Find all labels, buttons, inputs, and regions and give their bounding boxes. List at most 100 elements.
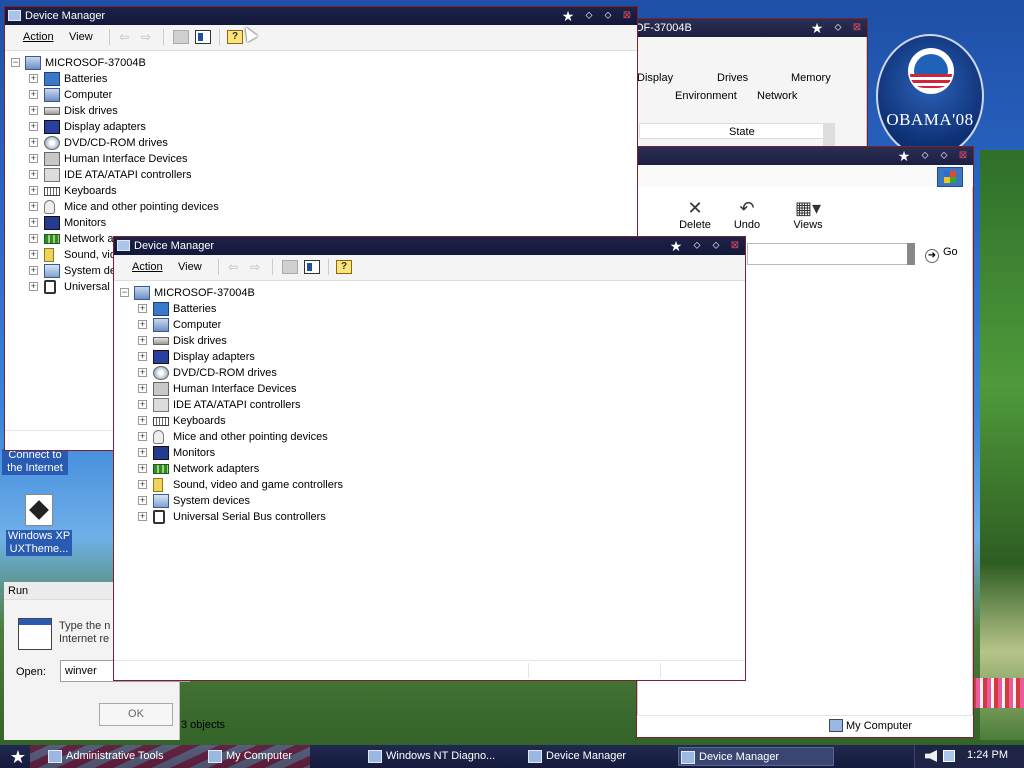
tree-item[interactable]: + Computer xyxy=(5,87,365,103)
expand-icon[interactable]: + xyxy=(29,154,38,163)
menu-view[interactable]: View xyxy=(69,31,93,43)
tree-item[interactable]: + Mice and other pointing devices xyxy=(114,429,474,445)
expand-icon[interactable]: + xyxy=(138,464,147,473)
explorer-titlebar[interactable]: ★ ⬦ ⬦ ⊠ xyxy=(637,147,973,165)
tab-display[interactable]: Display xyxy=(637,72,673,84)
collapse-icon[interactable]: − xyxy=(120,288,129,297)
taskbar-item-my-computer[interactable]: My Computer xyxy=(206,747,356,766)
tree-item[interactable]: + IDE ATA/ATAPI controllers xyxy=(114,397,474,413)
tab-memory[interactable]: Memory xyxy=(791,72,831,84)
help-icon[interactable]: ? xyxy=(336,260,352,274)
tree-item[interactable]: + Network adapters xyxy=(114,461,474,477)
expand-icon[interactable]: + xyxy=(29,266,38,275)
expand-icon[interactable]: + xyxy=(138,432,147,441)
tree-item[interactable]: + Monitors xyxy=(114,445,474,461)
expand-icon[interactable]: + xyxy=(138,496,147,505)
tree-item[interactable]: + Batteries xyxy=(5,71,365,87)
tree-item[interactable]: + Display adapters xyxy=(5,119,365,135)
tree-root[interactable]: − MICROSOF-37004B xyxy=(5,55,265,71)
expand-icon[interactable]: + xyxy=(29,170,38,179)
desktop-icon-uxtheme[interactable]: Windows XP UXTheme... xyxy=(6,494,72,556)
tree-item[interactable]: + Disk drives xyxy=(114,333,474,349)
expand-icon[interactable]: + xyxy=(29,138,38,147)
tree-item[interactable]: + Human Interface Devices xyxy=(5,151,365,167)
tree-item[interactable]: + Monitors xyxy=(5,215,365,231)
back-arrow-icon[interactable]: ⇦ xyxy=(228,260,244,274)
menu-action[interactable]: Action xyxy=(132,261,163,273)
desktop-icon-connect-internet[interactable]: Connect to the Internet xyxy=(2,449,68,475)
tree-item[interactable]: + Human Interface Devices xyxy=(114,381,474,397)
tree-item[interactable]: + Keyboards xyxy=(114,413,474,429)
tab-network[interactable]: Network xyxy=(757,90,797,102)
expand-icon[interactable]: + xyxy=(29,90,38,99)
tree-item[interactable]: + DVD/CD-ROM drives xyxy=(5,135,365,151)
tree-item[interactable]: + IDE ATA/ATAPI controllers xyxy=(5,167,365,183)
maximize-button[interactable]: ⬦ xyxy=(936,148,952,164)
maximize-button[interactable]: ⬦ xyxy=(708,238,724,254)
ok-button[interactable]: OK xyxy=(99,703,173,726)
forward-arrow-icon[interactable]: ⇨ xyxy=(250,260,266,274)
device-manager-front-window[interactable]: Device Manager ★ ⬦ ⬦ ⊠ Action View ⇦ ⇨ ?… xyxy=(113,236,746,681)
tree-item[interactable]: + Batteries xyxy=(114,301,474,317)
system-properties-window[interactable]: OF-37004B ★ ⬦ ⊠ Display Drives Memory En… xyxy=(628,18,868,153)
tree-item[interactable]: + Disk drives xyxy=(5,103,365,119)
delete-button[interactable]: ✕ Delete xyxy=(675,197,715,231)
expand-icon[interactable]: + xyxy=(138,320,147,329)
tree-item[interactable]: + Universal Serial Bus controllers xyxy=(114,509,474,525)
up-folder-icon[interactable] xyxy=(282,260,298,274)
up-folder-icon[interactable] xyxy=(173,30,189,44)
minimize-button[interactable]: ⬦ xyxy=(581,8,597,24)
restore-button[interactable]: ⬦ xyxy=(830,20,846,36)
minimize-button[interactable]: ⬦ xyxy=(917,148,933,164)
views-button[interactable]: ▦▾ Views xyxy=(787,197,829,231)
forward-arrow-icon[interactable]: ⇨ xyxy=(141,30,157,44)
tab-environment[interactable]: Environment xyxy=(675,90,737,102)
expand-icon[interactable]: + xyxy=(29,218,38,227)
tree-item[interactable]: + Keyboards xyxy=(5,183,365,199)
expand-icon[interactable]: + xyxy=(138,304,147,313)
maximize-button[interactable]: ⬦ xyxy=(600,8,616,24)
expand-icon[interactable]: + xyxy=(29,106,38,115)
props-titlebar[interactable]: OF-37004B ★ ⬦ ⊠ xyxy=(629,19,867,37)
expand-icon[interactable]: + xyxy=(138,448,147,457)
expand-icon[interactable]: + xyxy=(138,352,147,361)
expand-icon[interactable]: + xyxy=(29,202,38,211)
network-tray-icon[interactable] xyxy=(943,750,955,762)
expand-icon[interactable]: + xyxy=(29,122,38,131)
dm-front-titlebar[interactable]: Device Manager ★ ⬦ ⬦ ⊠ xyxy=(114,237,745,255)
tree-item[interactable]: + Sound, video and game controllers xyxy=(114,477,474,493)
tree-item[interactable]: + DVD/CD-ROM drives xyxy=(114,365,474,381)
tab-drives[interactable]: Drives xyxy=(717,72,748,84)
taskbar-item-device-manager-1[interactable]: Device Manager xyxy=(526,747,676,766)
close-button[interactable]: ⊠ xyxy=(727,238,743,254)
expand-icon[interactable]: + xyxy=(138,416,147,425)
menu-action[interactable]: Action xyxy=(23,31,54,43)
undo-button[interactable]: ↶ Undo xyxy=(727,197,767,231)
close-button[interactable]: ⊠ xyxy=(849,20,865,36)
volume-icon[interactable] xyxy=(925,750,937,762)
expand-icon[interactable]: + xyxy=(29,186,38,195)
expand-icon[interactable]: + xyxy=(138,368,147,377)
expand-icon[interactable]: + xyxy=(29,250,38,259)
tree-item[interactable]: + Display adapters xyxy=(114,349,474,365)
menu-view[interactable]: View xyxy=(178,261,202,273)
expand-icon[interactable]: + xyxy=(29,234,38,243)
address-dropdown[interactable] xyxy=(907,243,915,265)
tree-root[interactable]: − MICROSOF-37004B xyxy=(114,285,374,301)
expand-icon[interactable]: + xyxy=(29,74,38,83)
taskbar-item-admin-tools[interactable]: Administrative Tools xyxy=(46,747,196,766)
tree-item[interactable]: + Mice and other pointing devices xyxy=(5,199,365,215)
expand-icon[interactable]: + xyxy=(138,512,147,521)
back-arrow-icon[interactable]: ⇦ xyxy=(119,30,135,44)
address-bar[interactable] xyxy=(747,243,915,265)
properties-icon[interactable] xyxy=(195,30,211,44)
collapse-icon[interactable]: − xyxy=(11,58,20,67)
close-button[interactable]: ⊠ xyxy=(955,148,971,164)
expand-icon[interactable]: + xyxy=(138,336,147,345)
dm-back-titlebar[interactable]: Device Manager ★ ⬦ ⬦ ⊠ xyxy=(5,7,637,25)
tree-item[interactable]: + Computer xyxy=(114,317,474,333)
go-button[interactable]: ➜ Go xyxy=(925,246,958,263)
properties-icon[interactable] xyxy=(304,260,320,274)
tree-item[interactable]: + System devices xyxy=(114,493,474,509)
expand-icon[interactable]: + xyxy=(29,282,38,291)
